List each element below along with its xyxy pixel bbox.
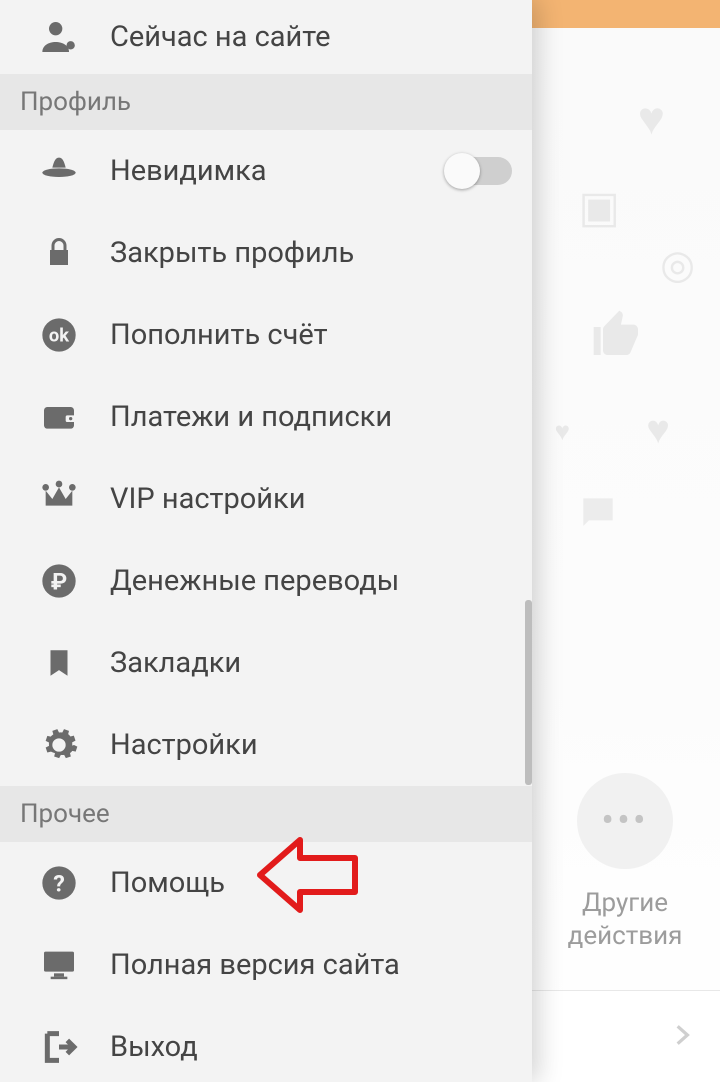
sidebar-item-full-site[interactable]: Полная версия сайта — [0, 924, 532, 1006]
side-drawer: Сейчас на сайте Профиль Невидимка Закрыт… — [0, 0, 532, 1082]
sidebar-item-label: Сейчас на сайте — [110, 20, 331, 54]
sidebar-item-close-profile[interactable]: Закрыть профиль — [0, 212, 532, 294]
logout-icon — [30, 1027, 88, 1067]
sidebar-item-transfers[interactable]: ₽ Денежные переводы — [0, 540, 532, 622]
sidebar-item-label: Пополнить счёт — [110, 318, 328, 352]
picture-icon: ▣ — [578, 181, 620, 233]
gear-icon — [30, 725, 88, 765]
bookmark-icon — [30, 643, 88, 683]
help-icon: ? — [30, 863, 88, 903]
ok-coin-icon: ok — [30, 315, 88, 355]
user-online-icon — [30, 17, 88, 57]
compass-icon: ◎ — [660, 241, 695, 288]
sidebar-item-vip[interactable]: VIP настройки — [0, 458, 532, 540]
drawer-scrollbar[interactable] — [525, 600, 532, 785]
wallet-icon — [30, 397, 88, 437]
monitor-icon — [30, 945, 88, 985]
section-header-profile: Профиль — [0, 74, 532, 130]
sidebar-item-label: Невидимка — [110, 154, 267, 188]
sidebar-item-label: Денежные переводы — [110, 564, 399, 598]
thumb-up-icon — [589, 306, 645, 362]
speech-bubble-icon — [576, 491, 620, 535]
crown-icon — [30, 479, 88, 519]
hat-icon — [30, 151, 88, 191]
section-header-other: Прочее — [0, 786, 532, 842]
sidebar-item-label: Полная версия сайта — [110, 948, 400, 982]
sidebar-item-bookmarks[interactable]: Закладки — [0, 622, 532, 704]
sidebar-item-help[interactable]: ? Помощь — [0, 842, 532, 924]
sidebar-item-label: Помощь — [110, 866, 225, 900]
heart-icon: ♥ — [638, 91, 665, 146]
sidebar-item-settings[interactable]: Настройки — [0, 704, 532, 786]
sidebar-item-payments[interactable]: Платежи и подписки — [0, 376, 532, 458]
sidebar-item-label: Закрыть профиль — [110, 236, 354, 270]
svg-text:ok: ok — [49, 326, 69, 347]
svg-text:?: ? — [53, 869, 65, 897]
invisible-toggle[interactable] — [446, 157, 512, 185]
sidebar-item-invisible[interactable]: Невидимка — [0, 130, 532, 212]
more-dots-icon: ••• — [577, 773, 673, 869]
sidebar-item-topup[interactable]: ok Пополнить счёт — [0, 294, 532, 376]
svg-text:₽: ₽ — [51, 567, 67, 595]
sidebar-item-label: Платежи и подписки — [110, 400, 392, 434]
other-actions-button[interactable]: ••• Другие действия — [550, 773, 700, 952]
sidebar-item-label: Закладки — [110, 646, 241, 680]
sidebar-item-logout[interactable]: Выход — [0, 1006, 532, 1082]
sidebar-item-label: Выход — [110, 1030, 198, 1064]
ruble-icon: ₽ — [30, 561, 88, 601]
sidebar-item-label: Настройки — [110, 728, 258, 762]
heart-icon: ♥ — [646, 406, 670, 453]
heart-icon: ♥ — [555, 416, 570, 447]
background-decor-icons: ♥ ▣ ◎ ♥ ♥ — [530, 56, 720, 556]
lock-icon — [30, 233, 88, 273]
chevron-right-icon — [669, 1014, 695, 1056]
sidebar-item-label: VIP настройки — [110, 482, 305, 516]
other-actions-label: Другие действия — [550, 887, 700, 952]
sidebar-item-online-now[interactable]: Сейчас на сайте — [0, 0, 532, 74]
